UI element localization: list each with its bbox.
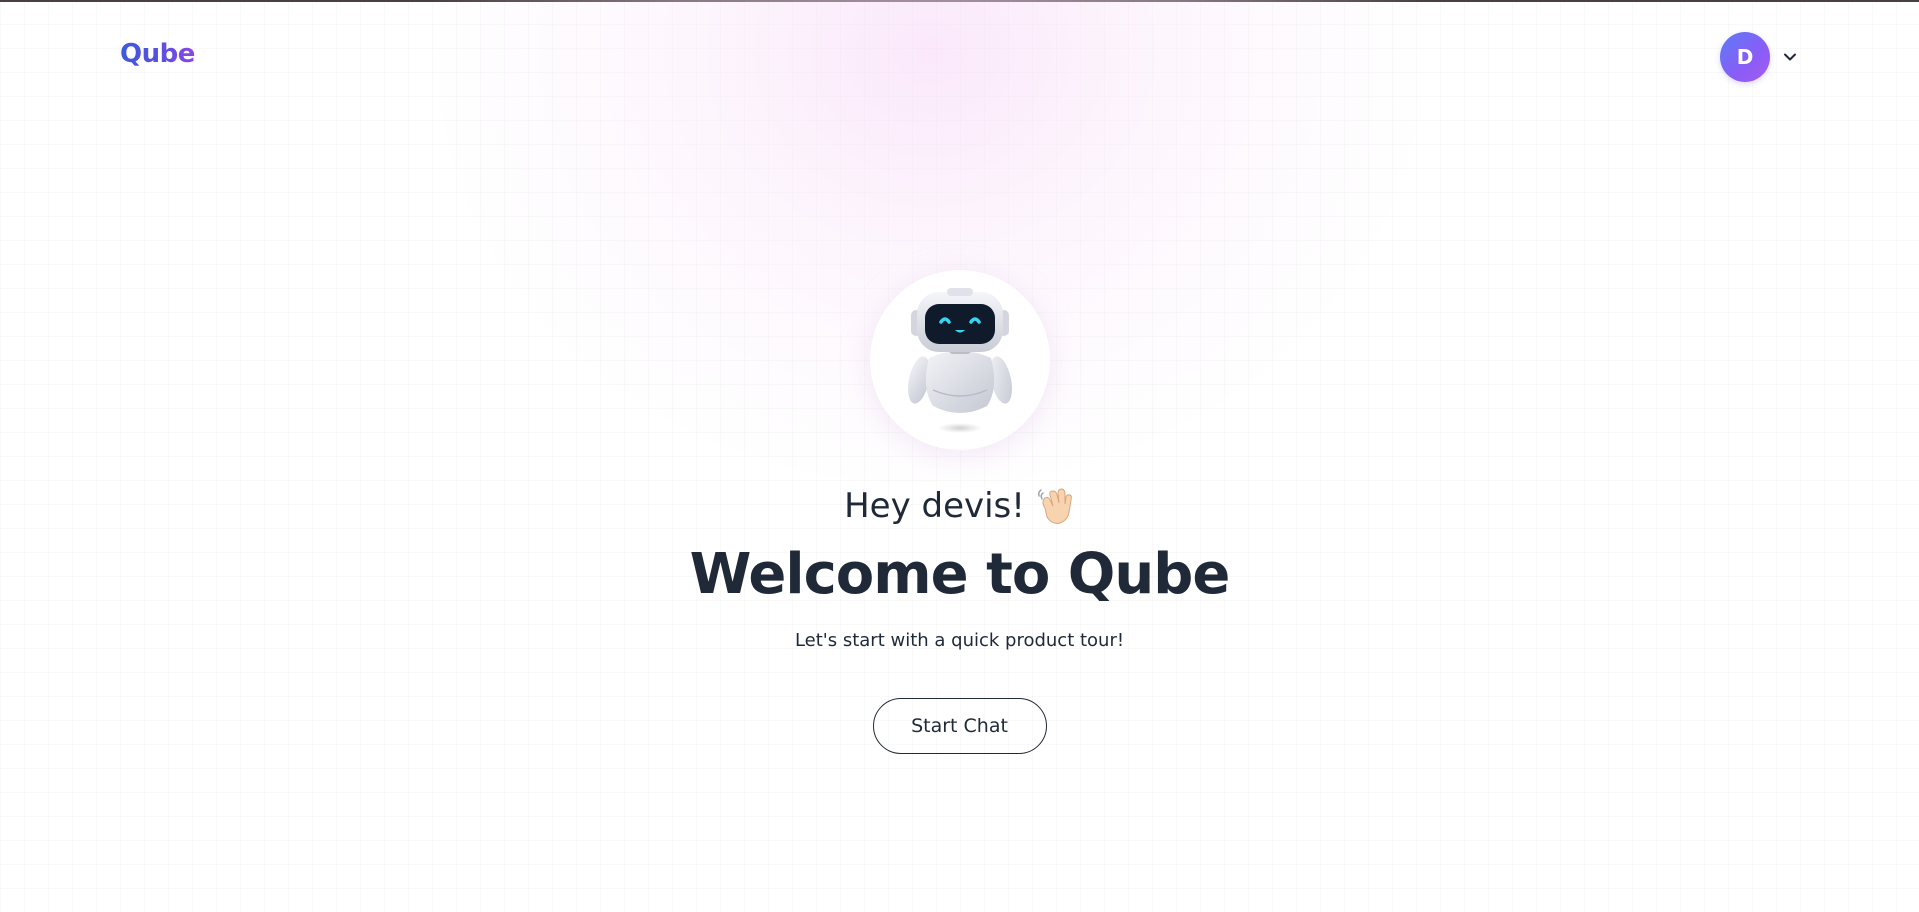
greeting: Hey devis!	[844, 484, 1075, 528]
start-chat-button[interactable]: Start Chat	[872, 698, 1047, 754]
welcome-page: Qube D Hey devis! Welcome to Qube Let's …	[0, 0, 1919, 912]
greeting-text: Hey devis!	[844, 486, 1025, 526]
top-border	[0, 0, 1919, 2]
avatar[interactable]: D	[1720, 32, 1770, 82]
page-title: Welcome to Qube	[689, 542, 1231, 607]
page-subtitle: Let's start with a quick product tour!	[794, 630, 1125, 651]
app-logo[interactable]: Qube	[120, 39, 195, 69]
robot-avatar-frame	[869, 270, 1050, 450]
waving-hand-icon	[1035, 486, 1075, 526]
chevron-down-icon[interactable]	[1782, 49, 1798, 65]
robot-mascot-icon	[895, 278, 1025, 442]
profile-menu[interactable]: D	[1720, 32, 1798, 82]
hero-section: Hey devis! Welcome to Qube Let's start w…	[0, 270, 1919, 754]
